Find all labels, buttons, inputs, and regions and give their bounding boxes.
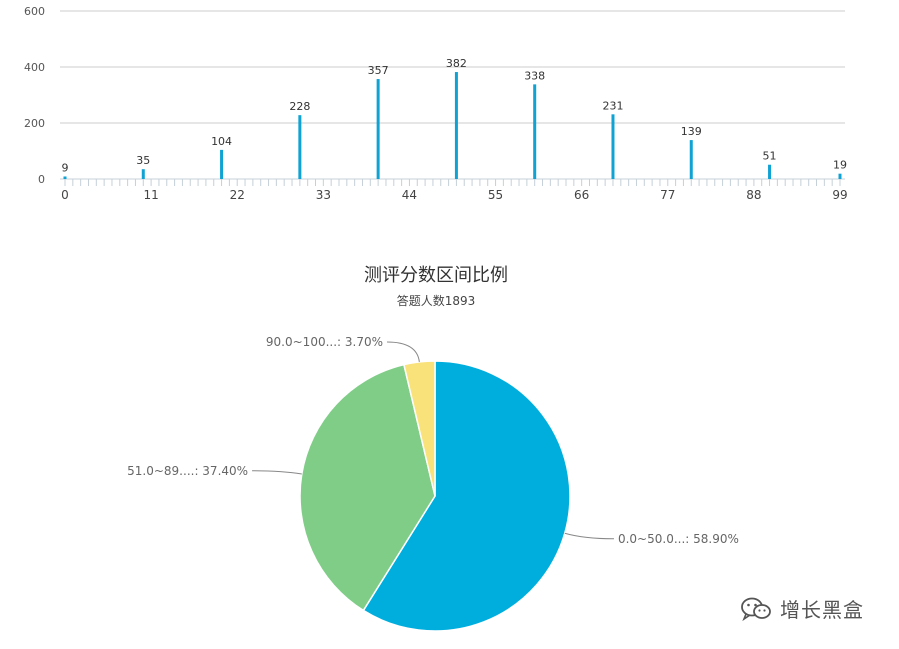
bar-value-label: 231 (602, 99, 623, 112)
pie-label-leader (564, 532, 614, 540)
bar-value-label: 51 (763, 150, 777, 163)
bar-value-label: 139 (681, 125, 702, 138)
bar-value-label: 35 (136, 154, 150, 167)
pie-slice-label: 51.0~89....: 37.40% (127, 464, 248, 478)
bar (838, 173, 842, 179)
bar-value-label: 357 (368, 64, 389, 77)
x-tick-label: 55 (488, 188, 503, 202)
score-distribution-bar-chart: 02004006000 11 22 33 44 55 66 77 88 9993510422835… (24, 5, 848, 202)
bar (611, 114, 615, 179)
pie-subtitle: 答题人数1893 (397, 293, 476, 308)
wechat-icon (741, 597, 771, 621)
x-tick-label: 66 (574, 188, 589, 202)
watermark: 增长黑盒 (740, 594, 864, 623)
bar (454, 72, 458, 179)
bar-value-label: 19 (833, 159, 847, 172)
x-tick-label: 44 (402, 188, 417, 202)
pie-label-leader (252, 470, 302, 475)
bar-value-label: 104 (211, 135, 232, 148)
bar (689, 140, 693, 179)
pie-slice-label: 0.0~50.0...: 58.90% (618, 532, 739, 546)
y-tick-label: 0 (38, 173, 45, 186)
pie-slice-label: 90.0~100...: 3.70% (266, 335, 383, 349)
pie-slices (299, 360, 571, 632)
x-tick-label: 11 (143, 188, 158, 202)
x-tick-label: 99 (832, 188, 847, 202)
bar (141, 169, 145, 179)
bar-value-label: 338 (524, 69, 545, 82)
y-tick-label: 600 (24, 5, 45, 18)
bar (376, 79, 380, 179)
x-tick-label: 33 (316, 188, 331, 202)
bar (768, 164, 772, 179)
watermark-text: 增长黑盒 (780, 598, 864, 622)
bar (533, 84, 537, 179)
y-tick-label: 200 (24, 117, 45, 130)
score-range-pie-chart: 测评分数区间比例 答题人数1893 0.0~50.0...: 58.90% 51.… (127, 265, 739, 632)
x-tick-label: 88 (746, 188, 761, 202)
pie-title: 测评分数区间比例 (364, 265, 508, 286)
x-tick-label: 0 (61, 188, 69, 202)
bar-value-label: 228 (289, 100, 310, 113)
bar-value-label: 9 (62, 161, 69, 174)
bar (63, 176, 67, 179)
chart-page: 0 200 400 600 0 11 22 33 44 55 66 77 88 99 9 35 104 228 35… (0, 0, 899, 649)
bar (220, 149, 224, 179)
x-tick-label: 22 (230, 188, 245, 202)
bar (298, 115, 302, 179)
y-tick-label: 400 (24, 61, 45, 74)
pie-label-leader (387, 341, 420, 362)
x-tick-label: 77 (660, 188, 675, 202)
bar-value-label: 382 (446, 57, 467, 70)
